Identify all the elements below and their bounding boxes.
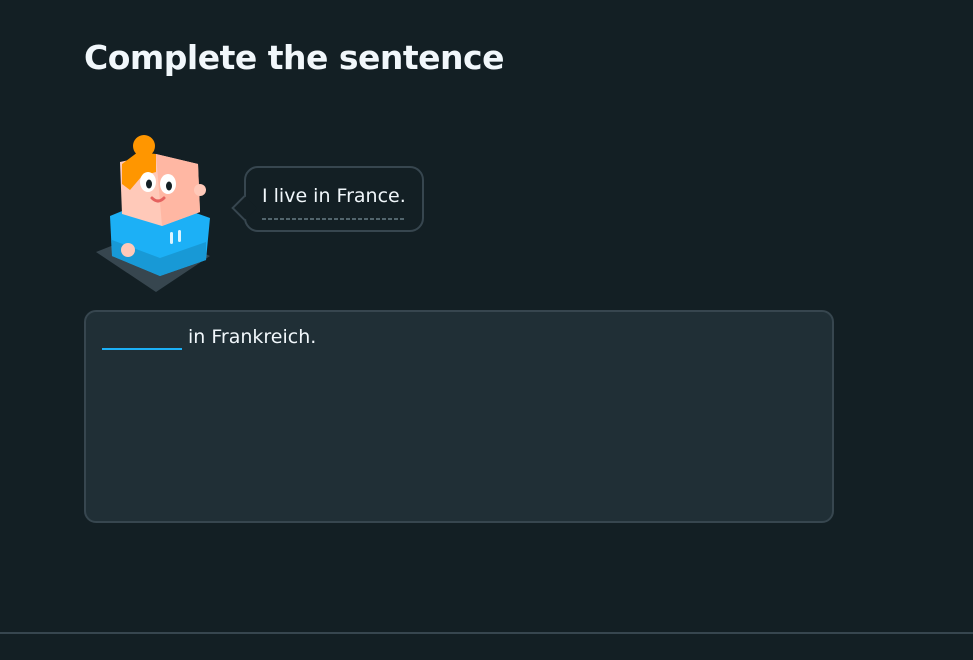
word-hint-underline xyxy=(262,217,406,220)
sentence-rest: in Frankreich. xyxy=(188,326,317,348)
speech-bubble-tail xyxy=(231,195,257,221)
prompt-sentence[interactable]: I live in France. xyxy=(262,184,406,220)
exercise-page: Complete the sentence I live in France. xyxy=(0,0,973,660)
footer-divider xyxy=(0,632,973,634)
character-icon xyxy=(96,135,210,292)
prompt-speech-bubble: I live in France. xyxy=(231,166,424,232)
prompt-text: I live in France. xyxy=(262,184,406,207)
answer-panel: in Frankreich. xyxy=(84,310,834,523)
blank-input[interactable] xyxy=(102,324,182,350)
page-title: Complete the sentence xyxy=(84,38,504,77)
answer-sentence: in Frankreich. xyxy=(102,324,316,350)
